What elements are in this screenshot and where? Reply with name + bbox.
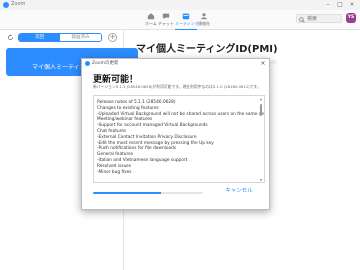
scrollbar-thumb[interactable] (260, 104, 262, 116)
scroll-up-icon[interactable]: ▲ (259, 98, 263, 101)
download-progress-fill (93, 192, 162, 194)
zoom-logo-icon (85, 61, 90, 66)
dialog-title-bar: Zoomの更新 × (82, 59, 269, 68)
page-title: マイ個人ミーティングID(PMI) (136, 44, 278, 55)
segment-upcoming[interactable]: 次回 (19, 34, 60, 41)
release-notes-list: Release notes of 5.1.1 (28546.0628) Chang… (97, 100, 264, 175)
scroll-down-icon[interactable]: ▼ (259, 179, 263, 182)
window-close-icon[interactable]: × (346, 0, 358, 10)
home-icon (147, 13, 155, 20)
dialog-close-icon[interactable]: × (258, 59, 268, 68)
tab-contacts-label: 連絡先 (198, 21, 210, 26)
segment-recorded[interactable]: 録画済み (60, 34, 101, 41)
tab-chat[interactable]: チャット (155, 11, 177, 30)
minimize-icon[interactable]: – (322, 0, 334, 10)
zoom-logo-icon (3, 2, 9, 8)
tab-chat-label: チャット (158, 21, 174, 26)
release-notes-scrollbar[interactable]: ▲ ▼ (259, 98, 263, 182)
meeting-icon (182, 13, 190, 20)
add-meeting-button[interactable]: + (108, 33, 117, 42)
meeting-segment-control: 次回 録画済み (18, 33, 102, 42)
maximize-icon[interactable]: □ (334, 0, 346, 10)
chat-icon (162, 13, 170, 20)
cancel-button[interactable]: キャンセル (219, 186, 259, 197)
download-progress-bar (93, 192, 203, 194)
tab-contacts[interactable]: 連絡先 (193, 11, 215, 30)
dialog-title: Zoomの更新 (92, 61, 119, 66)
title-bar: Zoom – □ × (0, 0, 360, 10)
search-box[interactable] (296, 14, 342, 23)
refresh-icon[interactable] (7, 34, 14, 41)
contacts-icon (201, 13, 207, 20)
search-icon (299, 16, 305, 23)
app-title: Zoom (11, 1, 26, 7)
search-input[interactable] (307, 15, 341, 23)
dialog-subtitle: 新バージョン5.1.1 (28546.0628)が利用可能です。現在利用中なのは… (93, 84, 261, 89)
release-notes-box[interactable]: Release notes of 5.1.1 (28546.0628) Chang… (93, 95, 265, 183)
update-dialog: Zoomの更新 × 更新可能！ 新バージョン5.1.1 (28546.0628)… (81, 58, 270, 210)
release-note-line: -Minor bug fixes (97, 169, 132, 175)
avatar[interactable]: YS (346, 13, 356, 23)
